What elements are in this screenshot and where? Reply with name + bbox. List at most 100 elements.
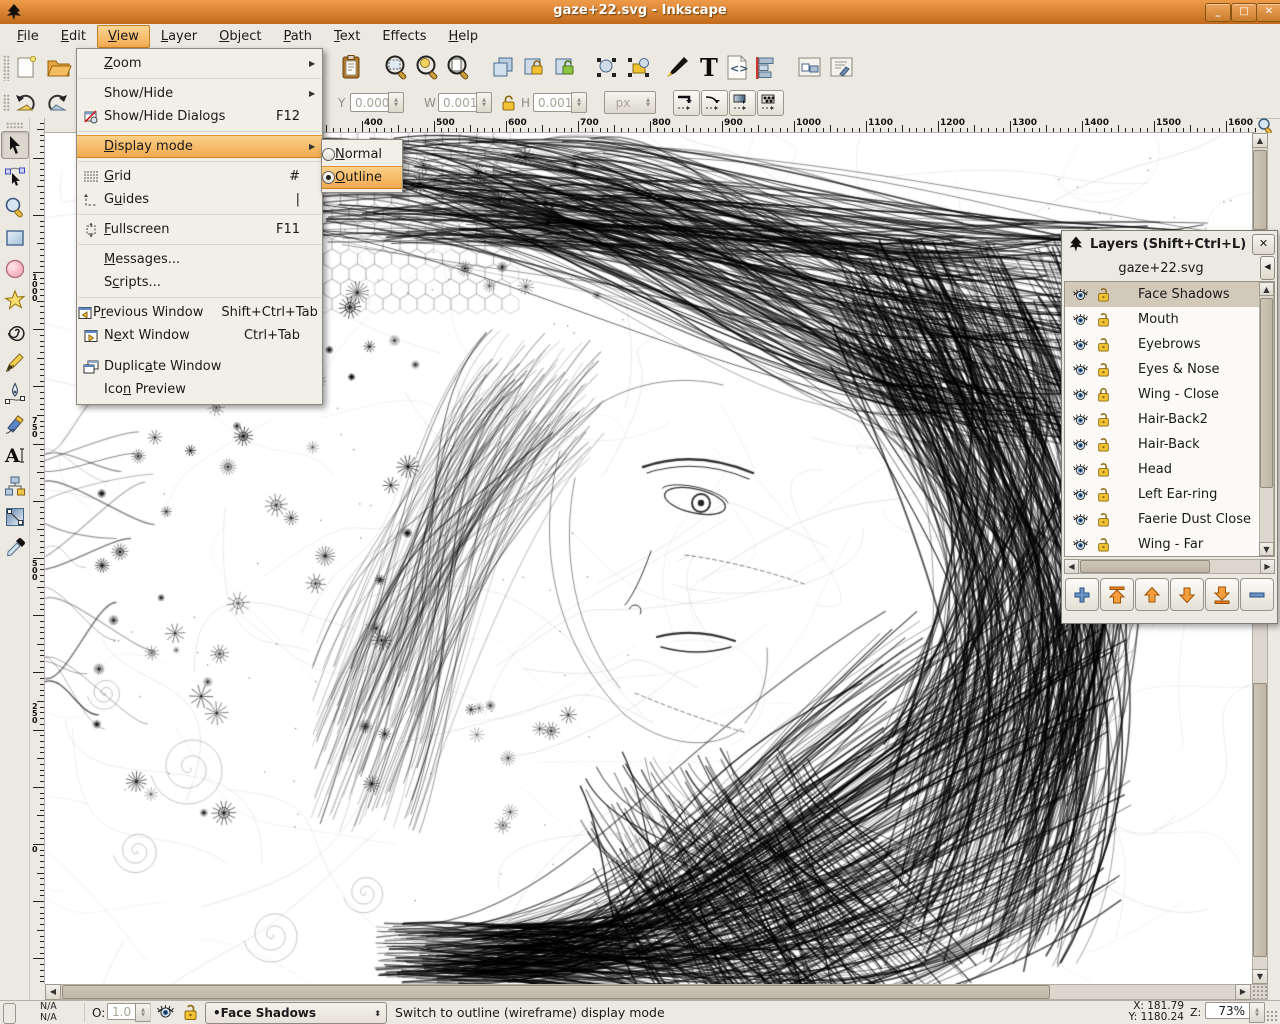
selector-tool[interactable] xyxy=(1,131,29,159)
layer-unlocked-icon[interactable] xyxy=(1096,311,1111,328)
layer-row[interactable]: Hair-Back2 xyxy=(1065,407,1274,432)
maximize-button[interactable]: □ xyxy=(1231,3,1257,22)
rect-tool[interactable] xyxy=(1,224,29,252)
new-layer-button[interactable] xyxy=(1065,578,1099,611)
vertical-ruler[interactable]: 10007505002500 xyxy=(30,118,45,984)
layer-unlocked-icon[interactable] xyxy=(1096,336,1111,353)
style-swatch[interactable] xyxy=(3,1003,16,1024)
menu-object[interactable]: Object xyxy=(208,25,272,48)
pencil-tool[interactable] xyxy=(1,348,29,376)
layer-unlocked-icon[interactable] xyxy=(1096,536,1111,553)
layer-visible-icon[interactable] xyxy=(1072,512,1089,527)
w-field[interactable]: 0.001▲▼ xyxy=(438,91,492,114)
layer-row[interactable]: Left Ear-ring xyxy=(1065,482,1274,507)
menu-item-normal[interactable]: Normal xyxy=(322,143,402,166)
menu-item-zoom[interactable]: Zoom▶ xyxy=(77,52,322,75)
new-document-icon[interactable] xyxy=(12,53,41,82)
menu-item-display-mode[interactable]: Display mode▶ xyxy=(77,135,322,158)
menu-item-messages[interactable]: Messages... xyxy=(77,248,322,271)
fill-stroke-indicator[interactable]: N/A N/A xyxy=(40,1001,57,1023)
layer-unlocked-icon[interactable] xyxy=(1096,286,1111,303)
pen-tool[interactable] xyxy=(1,379,29,407)
xml-editor-icon[interactable]: <> xyxy=(722,53,751,82)
scroll-up-arrow[interactable]: ▲ xyxy=(1259,282,1274,296)
layers-list-scrollbar[interactable]: ▲ ▼ xyxy=(1259,282,1274,556)
delete-layer-button[interactable] xyxy=(1240,578,1274,611)
lock-ratio-icon[interactable] xyxy=(499,91,517,114)
menu-item-next-window[interactable]: Next WindowCtrl+Tab xyxy=(77,324,322,347)
lower-layer-to-bottom-button[interactable] xyxy=(1205,578,1239,611)
menu-item-show-hide-dialogs[interactable]: Show/Hide DialogsF12 xyxy=(77,105,322,128)
transform-move-toggle[interactable] xyxy=(673,90,700,116)
gradient-tool[interactable] xyxy=(1,503,29,531)
menu-item-outline[interactable]: Outline xyxy=(322,166,402,189)
layer-unlocked-icon[interactable] xyxy=(1096,436,1111,453)
zoom-drawing-icon[interactable] xyxy=(414,53,443,82)
align-dialog-icon[interactable] xyxy=(750,53,779,82)
layers-panel-collapse-button[interactable]: ◀ xyxy=(1260,256,1275,280)
raise-layer-button[interactable] xyxy=(1135,578,1169,611)
menu-path[interactable]: Path xyxy=(272,25,323,48)
scrollbar-corner-grip[interactable] xyxy=(1252,985,1267,999)
document-properties-icon[interactable] xyxy=(795,53,824,82)
scroll-left-arrow[interactable]: ◀ xyxy=(1064,559,1079,574)
close-button[interactable]: ✕ xyxy=(1256,3,1280,22)
scroll-up-arrow[interactable]: ▲ xyxy=(1252,133,1268,148)
w-spinner[interactable]: ▲▼ xyxy=(476,92,492,113)
layer-row[interactable]: Wing - Far xyxy=(1065,532,1274,557)
menu-help[interactable]: Help xyxy=(438,25,490,48)
layer-row[interactable]: Mouth xyxy=(1065,307,1274,332)
fill-stroke-icon[interactable] xyxy=(663,53,692,82)
menu-file[interactable]: File xyxy=(6,25,50,48)
opacity-spinner[interactable]: ▲▼ xyxy=(135,1003,151,1022)
layer-visible-icon[interactable] xyxy=(1072,362,1089,377)
menu-item-previous-window[interactable]: Previous WindowShift+Ctrl+Tab xyxy=(77,301,322,324)
minimize-button[interactable]: _ xyxy=(1205,3,1231,22)
vscroll-thumb-top[interactable] xyxy=(1253,150,1267,230)
toolbar-grip[interactable] xyxy=(3,55,10,81)
scroll-down-arrow[interactable]: ▼ xyxy=(1252,969,1268,984)
menu-effects[interactable]: Effects xyxy=(371,25,437,48)
h-field[interactable]: 0.001▲▼ xyxy=(533,91,587,114)
calligraphy-tool[interactable] xyxy=(1,410,29,438)
menu-edit[interactable]: Edit xyxy=(50,25,97,48)
layer-row[interactable]: Faerie Dust Close xyxy=(1065,507,1274,532)
window-titlebar[interactable]: gaze+22.svg - Inkscape _ □ ✕ xyxy=(0,0,1280,25)
unit-select[interactable]: px▲▼ xyxy=(604,91,656,114)
spiral-tool[interactable] xyxy=(1,317,29,345)
layer-row[interactable]: Face Shadows xyxy=(1065,282,1274,307)
layer-visible-icon[interactable] xyxy=(1072,437,1089,452)
window-resize-grip[interactable] xyxy=(1266,1010,1279,1023)
toolbar-grip[interactable] xyxy=(3,94,10,112)
h-spinner[interactable]: ▲▼ xyxy=(571,92,587,113)
scroll-right-arrow[interactable]: ▶ xyxy=(1260,559,1275,574)
y-spinner[interactable]: ▲▼ xyxy=(388,92,404,113)
transform-gradient-toggle[interactable] xyxy=(729,90,756,116)
opacity-field[interactable]: 1.0▲▼ xyxy=(107,1003,151,1022)
group-icon[interactable] xyxy=(520,53,549,82)
duplicate-icon[interactable] xyxy=(489,53,518,82)
scroll-down-arrow[interactable]: ▼ xyxy=(1259,542,1274,556)
connector-tool[interactable] xyxy=(1,472,29,500)
layer-visible-icon[interactable] xyxy=(1072,287,1089,302)
layer-visible-icon[interactable] xyxy=(1072,412,1089,427)
zoom-selection-icon[interactable] xyxy=(383,53,412,82)
layer-row[interactable]: Wing - Close xyxy=(1065,382,1274,407)
layer-row[interactable]: Eyes & Nose xyxy=(1065,357,1274,382)
menu-item-grid[interactable]: Grid# xyxy=(77,165,322,188)
zoom-tool[interactable] xyxy=(1,193,29,221)
node-tool[interactable] xyxy=(1,162,29,190)
layers-panel-titlebar[interactable]: Layers (Shift+Ctrl+L) ✕ xyxy=(1062,231,1277,256)
open-document-icon[interactable] xyxy=(44,53,73,82)
transform-pattern-toggle[interactable] xyxy=(757,90,784,116)
ellipse-tool[interactable] xyxy=(1,255,29,283)
current-layer-select[interactable]: •Face Shadows ⬍ xyxy=(205,1002,387,1024)
zoom-page-icon[interactable] xyxy=(445,53,474,82)
scroll-left-arrow[interactable]: ◀ xyxy=(45,984,61,1000)
text-dialog-icon[interactable]: T xyxy=(694,53,723,82)
hscroll-thumb[interactable] xyxy=(62,985,1050,999)
layers-panel-close-button[interactable]: ✕ xyxy=(1252,234,1275,255)
layer-visible-icon[interactable] xyxy=(1072,312,1089,327)
toolbox-grip[interactable] xyxy=(6,122,24,129)
menu-item-guides[interactable]: Guides| xyxy=(77,188,322,211)
